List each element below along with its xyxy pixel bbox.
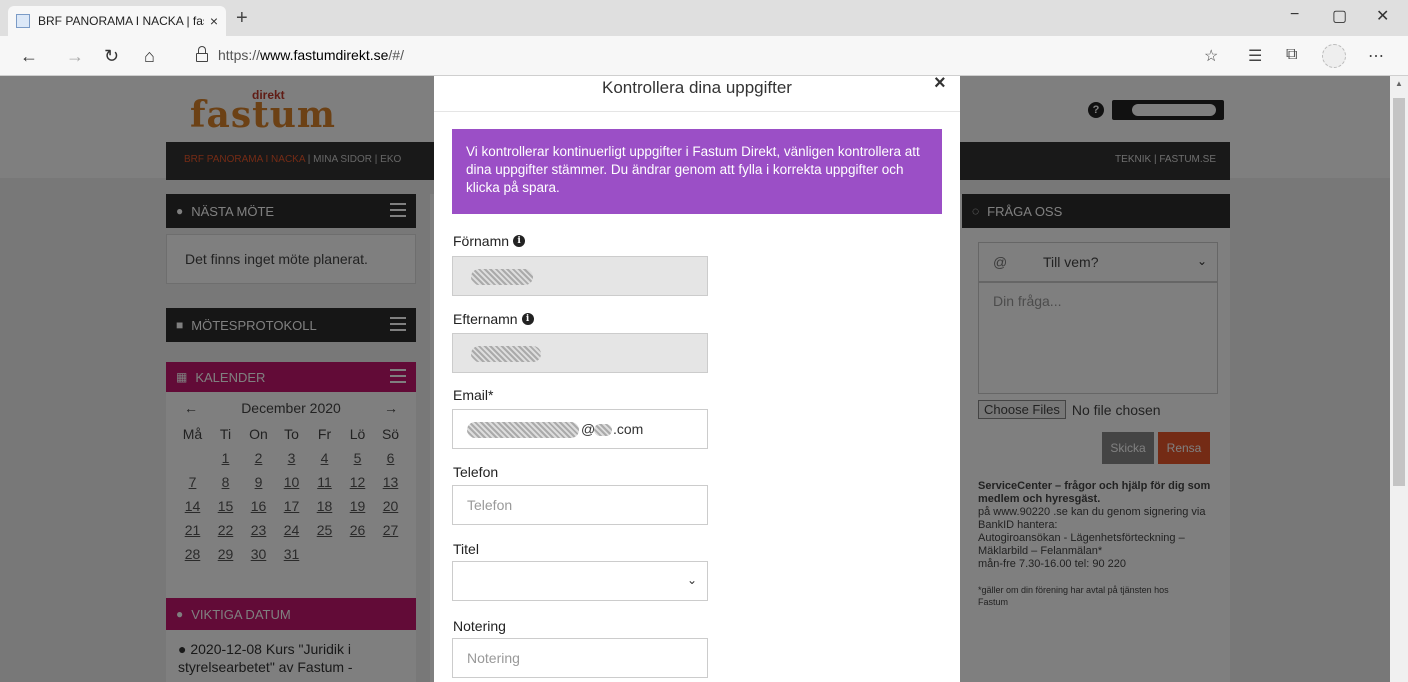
back-icon[interactable]: ← bbox=[20, 46, 38, 66]
modal-title: Kontrollera dina uppgifter bbox=[602, 78, 792, 97]
tab-title: BRF PANORAMA I NACKA | fastu bbox=[38, 14, 204, 28]
check-details-modal: Kontrollera dina uppgifter × Vi kontroll… bbox=[434, 72, 960, 682]
redacted-value bbox=[467, 422, 579, 438]
info-icon[interactable]: i bbox=[513, 235, 526, 247]
browser-tab[interactable]: BRF PANORAMA I NACKA | fastu × bbox=[8, 6, 226, 36]
redacted-value bbox=[471, 346, 541, 362]
title-label: Titel bbox=[453, 541, 479, 557]
new-tab-icon[interactable]: + bbox=[236, 6, 248, 30]
last-name-label: Efternamn i bbox=[453, 311, 534, 327]
first-name-label: Förnamn i bbox=[453, 233, 526, 249]
note-label: Notering bbox=[453, 618, 506, 634]
url-field[interactable]: https://www.fastumdirekt.se/#/ bbox=[218, 47, 404, 63]
first-name-input[interactable] bbox=[452, 256, 708, 296]
page-scrollbar[interactable]: ▲ bbox=[1390, 76, 1408, 682]
address-bar: ← → ↻ ⌂ https://www.fastumdirekt.se/#/ ☆… bbox=[0, 36, 1408, 76]
close-icon[interactable]: × bbox=[934, 72, 946, 95]
email-input[interactable]: @ .com bbox=[452, 409, 708, 449]
collections-icon[interactable]: ⧉ bbox=[1286, 46, 1297, 64]
refresh-icon[interactable]: ↻ bbox=[104, 46, 119, 66]
phone-input[interactable] bbox=[452, 485, 708, 525]
tab-close-icon[interactable]: × bbox=[210, 13, 218, 29]
chevron-down-icon: ⌄ bbox=[686, 573, 697, 587]
more-menu-icon[interactable]: ⋯ bbox=[1368, 46, 1384, 66]
phone-label: Telefon bbox=[453, 464, 499, 480]
minimize-icon[interactable]: − bbox=[1290, 6, 1299, 24]
email-label: Email* bbox=[453, 387, 494, 403]
scroll-thumb[interactable] bbox=[1393, 98, 1405, 486]
modal-header: Kontrollera dina uppgifter × bbox=[434, 72, 960, 112]
redacted-value bbox=[471, 269, 533, 285]
lock-icon[interactable] bbox=[196, 46, 208, 62]
close-window-icon[interactable]: ✕ bbox=[1376, 6, 1389, 26]
forward-icon[interactable]: → bbox=[66, 46, 84, 66]
info-icon[interactable]: i bbox=[521, 313, 534, 325]
scroll-up-icon[interactable]: ▲ bbox=[1395, 79, 1403, 88]
info-alert: Vi kontrollerar kontinuerligt uppgifter … bbox=[452, 129, 942, 214]
browser-tab-bar: BRF PANORAMA I NACKA | fastu × + − ▢ ✕ bbox=[0, 0, 1408, 36]
home-icon[interactable]: ⌂ bbox=[144, 46, 155, 66]
note-input[interactable] bbox=[452, 638, 708, 678]
page-favicon-icon bbox=[16, 14, 30, 28]
last-name-input[interactable] bbox=[452, 333, 708, 373]
favorites-bar-icon[interactable]: ☰ bbox=[1248, 46, 1262, 66]
favorite-star-icon[interactable]: ☆ bbox=[1204, 46, 1218, 66]
maximize-icon[interactable]: ▢ bbox=[1332, 6, 1347, 26]
profile-avatar[interactable] bbox=[1322, 44, 1346, 68]
title-select[interactable]: ⌄ bbox=[452, 561, 708, 601]
